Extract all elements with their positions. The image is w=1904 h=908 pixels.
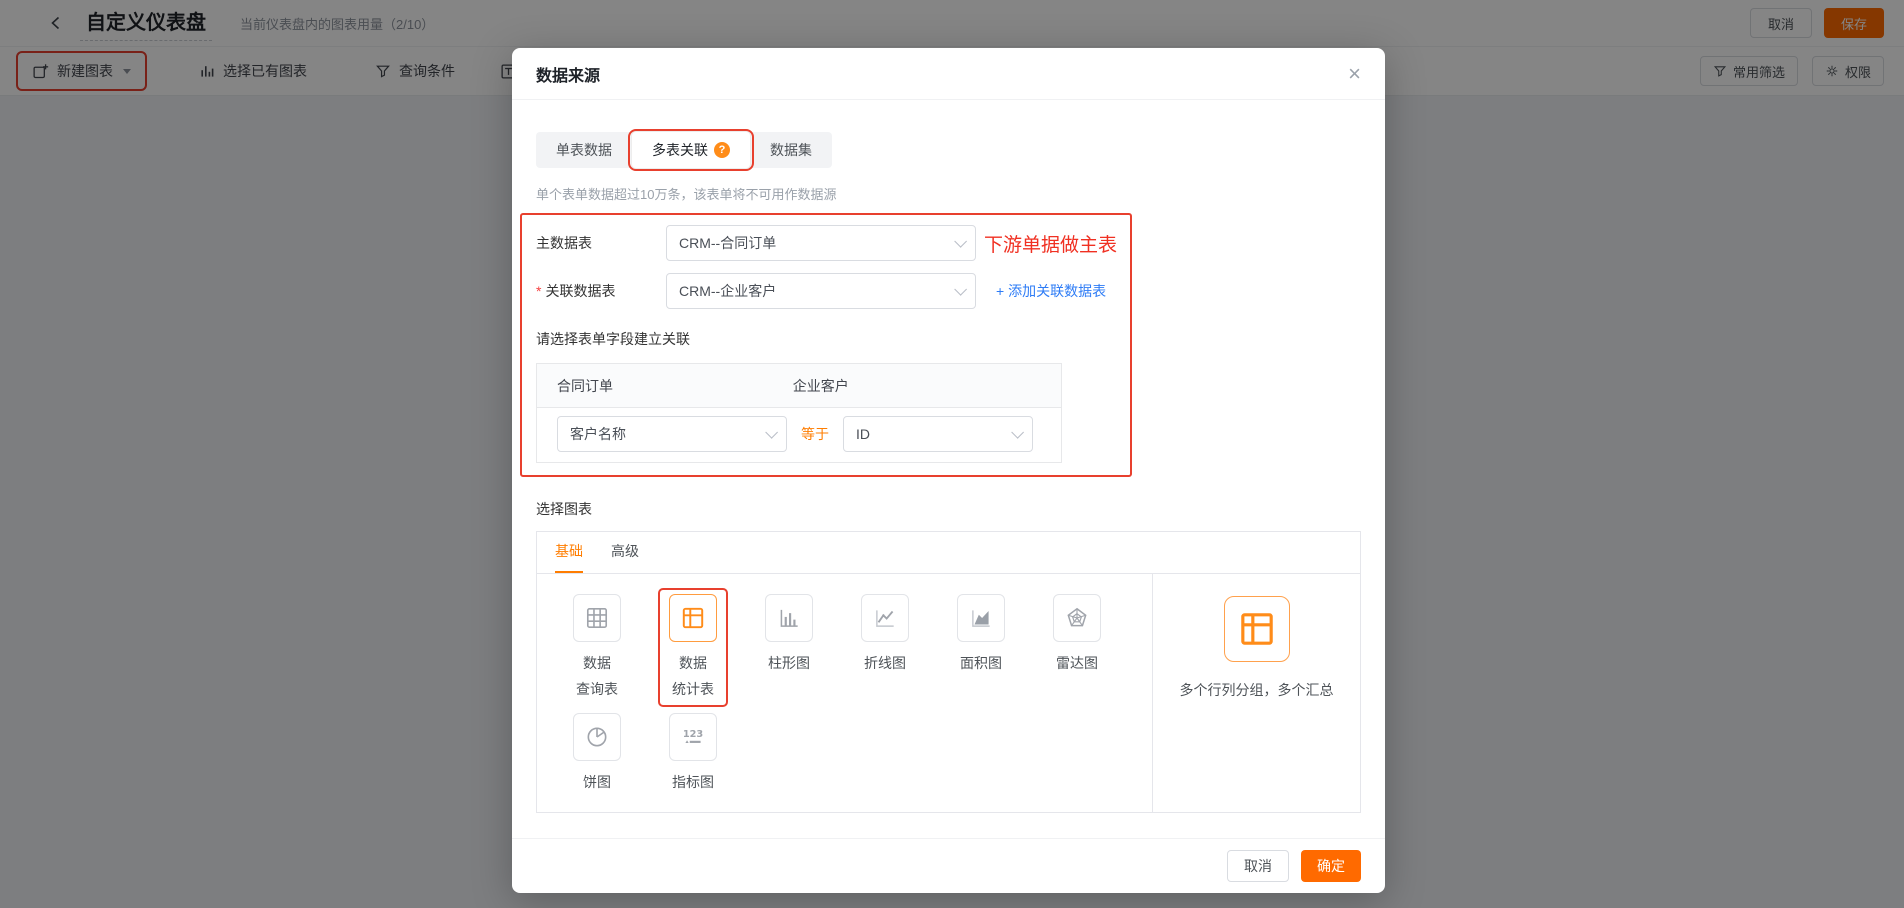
area-chart-icon	[968, 605, 994, 631]
chart-type-label: 雷达图	[1056, 651, 1098, 677]
required-asterisk: *	[536, 283, 541, 299]
chart-type-metric-chart[interactable]: 123 指标图	[645, 707, 741, 800]
chart-type-label: 饼图	[583, 770, 611, 796]
related-table-select[interactable]: CRM--企业客户	[666, 273, 976, 309]
add-related-table-link[interactable]: + 添加关联数据表	[996, 281, 1106, 301]
modal-title: 数据来源	[536, 62, 600, 86]
column-chart-icon	[776, 605, 802, 631]
chart-section-label: 选择图表	[536, 499, 1361, 519]
pivot-table-icon	[1237, 609, 1277, 649]
select-value: ID	[856, 426, 870, 442]
tab-label: 单表数据	[556, 140, 612, 160]
chart-type-label: 数据 统计表	[672, 651, 714, 703]
question-circle-icon[interactable]: ?	[714, 142, 730, 158]
page-root: 自定义仪表盘 当前仪表盘内的图表用量（2/10） 取消 保存 新建图表	[0, 0, 1904, 908]
pie-chart-icon	[584, 724, 610, 750]
chevron-down-icon	[954, 283, 967, 296]
tab-basic[interactable]: 基础	[555, 541, 583, 573]
mapping-title: 请选择表单字段建立关联	[536, 329, 1361, 349]
data-source-modal: 数据来源 × 单表数据 多表关联 ? 数据集 单个表单数据超过10万条，该表单将…	[512, 48, 1385, 893]
chart-type-column-chart[interactable]: 柱形图	[741, 588, 837, 707]
preview-icon-box	[1224, 596, 1290, 662]
tab-single-table[interactable]: 单表数据	[536, 132, 632, 168]
chart-type-area-chart[interactable]: 面积图	[933, 588, 1029, 707]
tab-multi-table[interactable]: 多表关联 ?	[632, 132, 750, 168]
chart-type-label: 数据 查询表	[576, 651, 618, 703]
mapping-table-row: 客户名称 等于 ID	[537, 408, 1061, 462]
chart-type-label: 柱形图	[768, 651, 810, 677]
mapping-col-left: 合同订单	[537, 376, 773, 396]
tab-advanced[interactable]: 高级	[611, 541, 639, 573]
chart-type-label: 指标图	[672, 770, 714, 796]
modal-cancel-button[interactable]: 取消	[1227, 850, 1289, 882]
data-query-table-icon	[584, 605, 610, 631]
field-mapping-table: 合同订单 企业客户 客户名称 等于 ID	[536, 363, 1062, 463]
right-field-select[interactable]: ID	[843, 416, 1033, 452]
tab-label: 多表关联	[652, 140, 708, 160]
chart-preview-pane: 多个行列分组，多个汇总	[1153, 574, 1360, 812]
chart-type-label: 折线图	[864, 651, 906, 677]
chart-type-label: 面积图	[960, 651, 1002, 677]
modal-confirm-button[interactable]: 确定	[1301, 850, 1361, 882]
preview-caption: 多个行列分组，多个汇总	[1180, 680, 1334, 700]
chart-type-radar-chart[interactable]: 雷达图	[1029, 588, 1125, 707]
svg-text:123: 123	[683, 729, 704, 740]
chevron-down-icon	[765, 426, 778, 439]
operator-label: 等于	[801, 424, 829, 444]
chart-type-grid: 数据 查询表 数据 统计表	[537, 574, 1153, 812]
close-icon[interactable]: ×	[1348, 63, 1361, 85]
line-chart-icon	[872, 605, 898, 631]
metric-123-icon: 123	[680, 724, 706, 750]
limit-hint-text: 单个表单数据超过10万条，该表单将不可用作数据源	[536, 184, 1361, 203]
data-source-tabs: 单表数据 多表关联 ? 数据集	[536, 132, 832, 168]
related-table-label: *关联数据表	[536, 281, 666, 301]
select-value: 客户名称	[570, 424, 626, 444]
mapping-table-header: 合同订单 企业客户	[537, 364, 1061, 408]
relation-form: 主数据表 CRM--合同订单 下游单据做主表 *关联数据表 CRM--企业客户	[536, 213, 1361, 477]
annotation-text-primary: 下游单据做主表	[984, 230, 1117, 257]
chart-type-panel: 基础 高级	[536, 531, 1361, 813]
left-field-select[interactable]: 客户名称	[557, 416, 787, 452]
chevron-down-icon	[1011, 426, 1024, 439]
select-value: CRM--合同订单	[679, 233, 776, 253]
tab-dataset[interactable]: 数据集	[750, 132, 832, 168]
label-text: 关联数据表	[545, 283, 615, 299]
select-value: CRM--企业客户	[679, 281, 776, 301]
chart-type-pie-chart[interactable]: 饼图	[549, 707, 645, 800]
modal-footer: 取消 确定	[512, 838, 1385, 893]
tab-label: 数据集	[770, 140, 812, 160]
primary-table-label: 主数据表	[536, 233, 666, 253]
chart-panel-tabs: 基础 高级	[537, 532, 1360, 574]
radar-chart-icon	[1064, 605, 1090, 631]
pivot-table-icon	[680, 605, 706, 631]
chart-type-pivot-table[interactable]: 数据 统计表	[645, 588, 741, 707]
chevron-down-icon	[954, 235, 967, 248]
mapping-col-right: 企业客户	[773, 376, 1061, 396]
chart-type-line-chart[interactable]: 折线图	[837, 588, 933, 707]
primary-table-select[interactable]: CRM--合同订单	[666, 225, 976, 261]
chart-type-data-query-table[interactable]: 数据 查询表	[549, 588, 645, 707]
modal-header: 数据来源 ×	[512, 48, 1385, 100]
modal-body: 单表数据 多表关联 ? 数据集 单个表单数据超过10万条，该表单将不可用作数据源…	[512, 100, 1385, 838]
